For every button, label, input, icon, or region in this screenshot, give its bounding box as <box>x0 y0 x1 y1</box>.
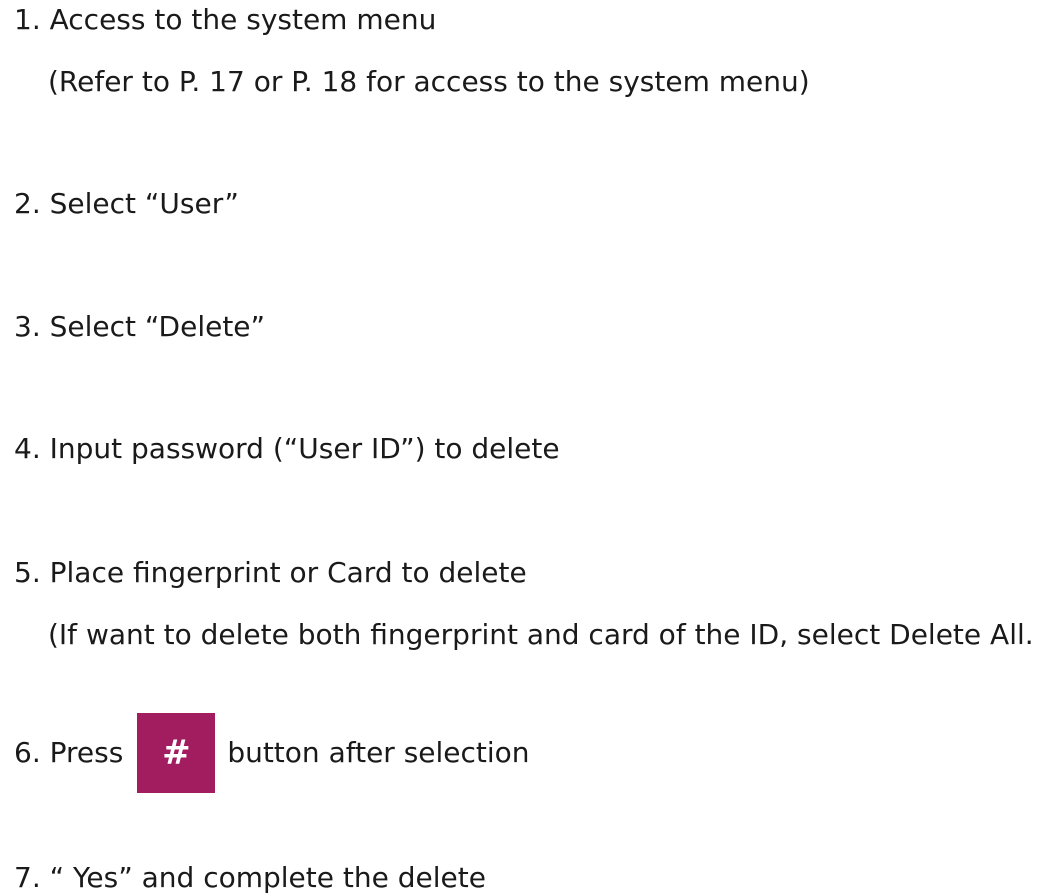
step-1-note: (Refer to P. 17 or P. 18 for access to t… <box>48 65 810 98</box>
step-6: 6. Press # button after selection <box>14 713 530 793</box>
step-6-prefix: 6. Press <box>14 736 124 769</box>
step-4: 4. Input password (“User ID”) to delete <box>14 432 560 465</box>
step-6-suffix: button after selection <box>227 736 530 769</box>
step-5: 5. Place fingerprint or Card to delete <box>14 556 527 589</box>
hash-key-icon: # <box>137 713 216 793</box>
step-7: 7. “ Yes” and complete the delete <box>14 861 486 894</box>
step-5-note: (If want to delete both fingerprint and … <box>48 618 1034 651</box>
step-1: 1. Access to the system menu <box>14 3 437 36</box>
step-2: 2. Select “User” <box>14 187 239 220</box>
step-3: 3. Select “Delete” <box>14 310 266 343</box>
